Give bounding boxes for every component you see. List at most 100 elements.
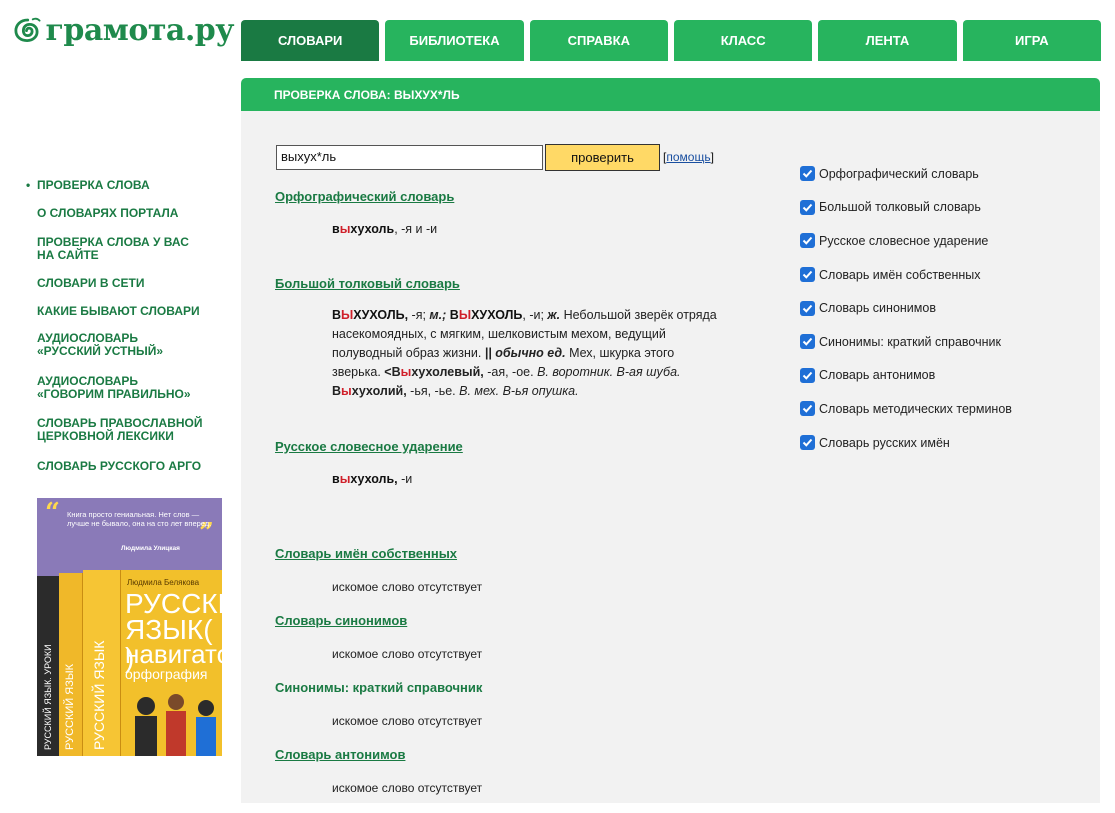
checkbox-label: Орфографический словарь [819, 166, 979, 181]
main-nav: СЛОВАРИ БИБЛИОТЕКА СПРАВКА КЛАСС ЛЕНТА И… [241, 20, 1101, 61]
checkbox-label: Словарь имён собственных [819, 267, 981, 282]
sidebar-item-label: «ГОВОРИМ ПРАВИЛЬНО» [37, 387, 191, 401]
stress-letter: Ы [341, 308, 354, 322]
checkbox-label: Синонимы: краткий справочник [819, 334, 1001, 349]
checkbox-checked-icon[interactable] [800, 367, 815, 383]
headword: ХУХОЛЬ [471, 308, 523, 322]
dict-title-ant[interactable]: Словарь антонимов [275, 747, 405, 762]
grammar-info: -ья, -ье. [406, 384, 460, 398]
dictionary-filter-list: Орфографический словарь Большой толковый… [800, 157, 1012, 459]
cover-illustration-icon [135, 694, 216, 756]
dict-checkbox-orfo[interactable]: Орфографический словарь [800, 157, 1012, 191]
logo-text: грамота.ру [45, 12, 234, 48]
sidebar-item-label: ЦЕРКОВНОЙ ЛЕКСИКИ [37, 429, 174, 443]
grammar-info: -и [397, 472, 413, 486]
checkbox-checked-icon[interactable] [800, 267, 815, 283]
dict-checkbox-syn[interactable]: Словарь синонимов [800, 291, 1012, 325]
dict-checkbox-syn-short[interactable]: Синонимы: краткий справочник [800, 325, 1012, 359]
entry-line: полуводный образ жизни. || обычно ед. Ме… [332, 344, 782, 363]
sidebar-item-argo-dict[interactable]: СЛОВАРЬ РУССКОГО АРГО [37, 460, 201, 473]
gender-mark: м.; [429, 308, 447, 322]
sidebar-item-about[interactable]: О СЛОВАРЯХ ПОРТАЛА [37, 207, 178, 220]
tab-klass[interactable]: КЛАСС [673, 20, 813, 61]
stress-letter: ы [341, 384, 352, 398]
site-logo[interactable]: грамота.ру [14, 6, 234, 54]
headword: в [332, 222, 340, 236]
tab-igra[interactable]: ИГРА [962, 20, 1101, 61]
checkbox-checked-icon[interactable] [800, 166, 815, 182]
grammar-info: -ая, -ое. [483, 365, 538, 379]
checkbox-checked-icon[interactable] [800, 199, 815, 215]
sidebar-item-check-on-site[interactable]: ПРОВЕРКА СЛОВА У ВАС НА САЙТЕ [37, 236, 189, 262]
definition-text: Мех, шкурка этого [565, 346, 675, 360]
sidebar-item-audio-ustny[interactable]: АУДИОСЛОВАРЬ «РУССКИЙ УСТНЫЙ» [37, 332, 163, 358]
headword: хухоль [350, 222, 395, 236]
tab-biblioteka[interactable]: БИБЛИОТЕКА [385, 20, 524, 61]
headword: В [332, 308, 342, 322]
checkbox-label: Словарь методических терминов [819, 401, 1012, 416]
not-found-text: искомое слово отсутствует [332, 781, 483, 795]
tab-slovari[interactable]: СЛОВАРИ [241, 20, 380, 61]
sidebar-item-church-dict[interactable]: СЛОВАРЬ ПРАВОСЛАВНОЙ ЦЕРКОВНОЙ ЛЕКСИКИ [37, 417, 203, 443]
bracket: ] [710, 150, 714, 164]
book-ad-banner[interactable]: “ ” Книга просто гениальная. Нет слов — … [37, 498, 222, 756]
dict-checkbox-stress[interactable]: Русское словесное ударение [800, 224, 1012, 258]
sidebar-item-label: ПРОВЕРКА СЛОВА [37, 178, 150, 192]
dict-checkbox-ant[interactable]: Словарь антонимов [800, 359, 1012, 393]
book-cover-subtitle: орфография [125, 666, 208, 682]
stress-letter: ы [339, 472, 351, 486]
checkbox-label: Русское словесное ударение [819, 233, 989, 248]
dict-checkbox-names[interactable]: Словарь русских имён [800, 426, 1012, 460]
sidebar-item-online-dicts[interactable]: СЛОВАРИ В СЕТИ [37, 277, 144, 290]
grammar-info: , -и; [522, 308, 548, 322]
search-input[interactable]: выхух*ль [276, 145, 543, 170]
headword: хухоль, [350, 472, 398, 486]
example-text: В. мех. В-ья опушка. [459, 384, 579, 398]
entry-stress: выхухоль, -и [332, 470, 412, 489]
page-title: ПРОВЕРКА СЛОВА: ВЫХУХ*ЛЬ [274, 87, 460, 102]
dict-checkbox-method[interactable]: Словарь методических терминов [800, 392, 1012, 426]
dict-title-proper[interactable]: Словарь имён собственных [275, 546, 457, 561]
tab-spravka[interactable]: СПРАВКА [529, 20, 668, 61]
definition-text: зверька. [332, 365, 385, 379]
dict-title-btsl[interactable]: Большой толковый словарь [275, 276, 460, 291]
not-found-text: искомое слово отсутствует [332, 647, 483, 661]
sidebar-item-label: «РУССКИЙ УСТНЫЙ» [37, 344, 164, 358]
page-title-bar: ПРОВЕРКА СЛОВА: ВЫХУХ*ЛЬ [241, 78, 1100, 111]
sidebar-item-audio-pravilno[interactable]: АУДИОСЛОВАРЬ «ГОВОРИМ ПРАВИЛЬНО» [37, 375, 191, 401]
headword: В [449, 308, 459, 322]
dict-title-stress[interactable]: Русское словесное ударение [275, 439, 463, 454]
checkbox-checked-icon[interactable] [800, 401, 815, 417]
headword: в [332, 472, 340, 486]
dict-title-syn-short: Синонимы: краткий справочник [275, 680, 483, 695]
help-link[interactable]: помощь [666, 150, 710, 164]
book-cover-title: навигатор [125, 639, 222, 669]
definition-text: полуводный образ жизни. [332, 346, 485, 360]
stress-letter: Ы [458, 308, 472, 322]
snail-logo-icon [14, 17, 41, 43]
checkbox-checked-icon[interactable] [800, 334, 815, 350]
tab-lenta[interactable]: ЛЕНТА [818, 20, 957, 61]
sidebar-item-dict-types[interactable]: КАКИЕ БЫВАЮТ СЛОВАРИ [37, 305, 200, 318]
separator: || [484, 346, 492, 360]
usage-mark: обычно ед. [495, 346, 566, 360]
checkbox-checked-icon[interactable] [800, 435, 815, 451]
checkbox-label: Словарь русских имён [819, 435, 950, 450]
grammar-info: , -я и -и [394, 222, 438, 236]
derived-word: хухолевый, [411, 365, 484, 379]
dict-checkbox-proper[interactable]: Словарь имён собственных [800, 258, 1012, 292]
dict-title-orfo[interactable]: Орфографический словарь [275, 189, 454, 204]
sidebar-item-check-word[interactable]: • ПРОВЕРКА СЛОВА [26, 179, 150, 192]
check-button[interactable]: проверить [545, 144, 660, 171]
bullet-icon: • [26, 178, 31, 192]
grammar-info: -я; [408, 308, 430, 322]
checkbox-checked-icon[interactable] [800, 233, 815, 249]
dict-checkbox-btsl[interactable]: Большой толковый словарь [800, 191, 1012, 225]
checkbox-checked-icon[interactable] [800, 300, 815, 316]
sidebar-item-label: НА САЙТЕ [37, 248, 99, 262]
headword: ХУХОЛЬ, [353, 308, 409, 322]
derived-word: хухолий, [351, 384, 407, 398]
stress-letter: ы [339, 222, 351, 236]
spine-title: РУССКИЙ ЯЗЫК. УРОКИ [43, 644, 53, 750]
dict-title-syn[interactable]: Словарь синонимов [275, 613, 407, 628]
